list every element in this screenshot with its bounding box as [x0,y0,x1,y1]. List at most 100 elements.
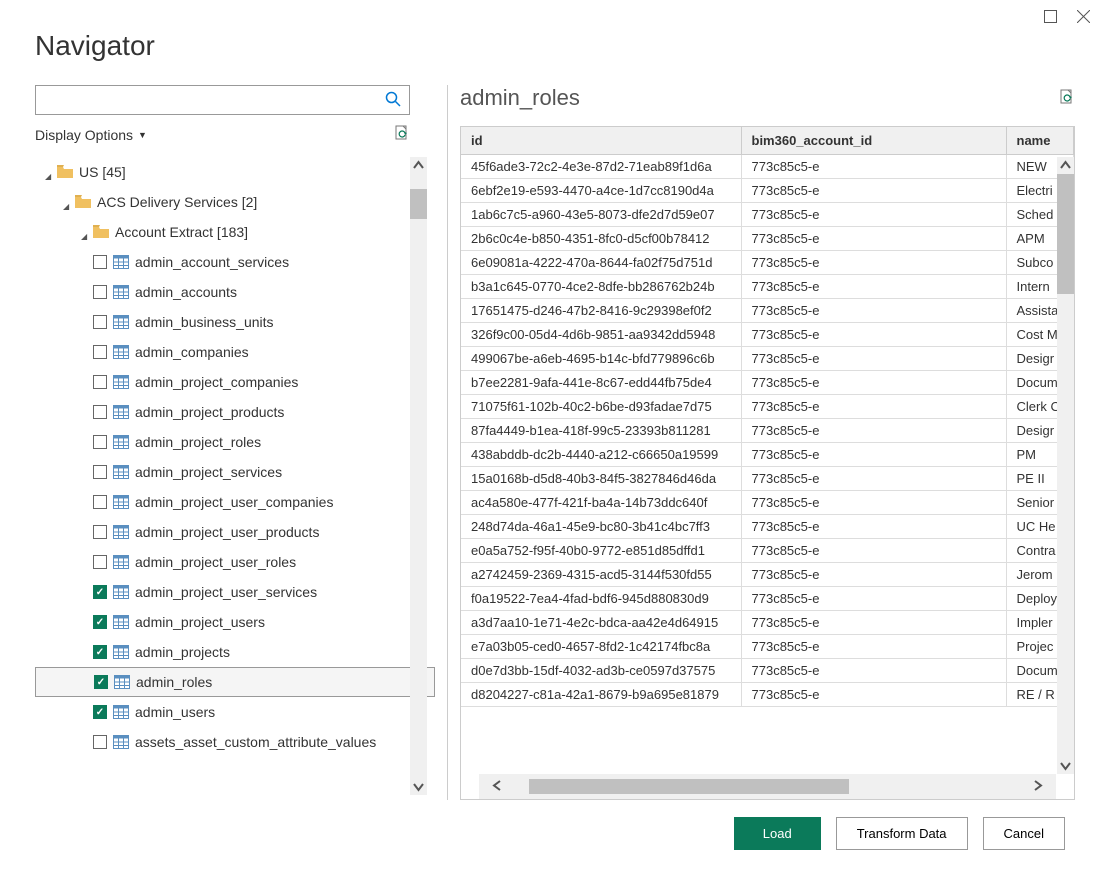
tree-item-table[interactable]: admin_project_services [35,457,435,487]
table-row[interactable]: ac4a580e-477f-421f-ba4a-14b73ddc640f773c… [461,491,1074,515]
scroll-down-icon[interactable] [410,778,427,795]
table-cell: 773c85c5-e [741,275,1006,299]
search-input[interactable] [44,93,385,108]
load-button[interactable]: Load [734,817,821,850]
table-row[interactable]: 499067be-a6eb-4695-b14c-bfd779896c6b773c… [461,347,1074,371]
table-row[interactable]: a2742459-2369-4315-acd5-3144f530fd55773c… [461,563,1074,587]
table-cell: 6e09081a-4222-470a-8644-fa02f75d751d [461,251,741,275]
tree-item-table[interactable]: admin_accounts [35,277,435,307]
tree-item-table[interactable]: admin_account_services [35,247,435,277]
checkbox[interactable] [93,555,107,569]
table-row[interactable]: d8204227-c81a-42a1-8679-b9a695e81879773c… [461,683,1074,707]
tree-item-table[interactable]: assets_asset_custom_attribute_values [35,727,435,757]
table-horizontal-scrollbar[interactable] [479,774,1056,799]
tree-item-table[interactable]: admin_business_units [35,307,435,337]
checkbox[interactable] [93,255,107,269]
checkbox[interactable] [93,735,107,749]
table-row[interactable]: d0e7d3bb-15df-4032-ad3b-ce0597d37575773c… [461,659,1074,683]
checkbox[interactable] [94,675,108,689]
checkbox[interactable] [93,285,107,299]
maximize-icon[interactable] [1044,10,1057,26]
expand-arrow-icon[interactable] [81,227,91,237]
transform-data-button[interactable]: Transform Data [836,817,968,850]
expand-arrow-icon[interactable] [45,167,55,177]
table-vertical-scrollbar[interactable] [1057,157,1074,774]
checkbox[interactable] [93,615,107,629]
tree-item-label: admin_companies [135,344,249,360]
table-icon [113,285,129,299]
table-row[interactable]: 15a0168b-d5d8-40b3-84f5-3827846d46da773c… [461,467,1074,491]
tree-item-table[interactable]: admin_project_users [35,607,435,637]
checkbox[interactable] [93,525,107,539]
tree-item-table[interactable]: admin_project_companies [35,367,435,397]
table-row[interactable]: 6e09081a-4222-470a-8644-fa02f75d751d773c… [461,251,1074,275]
sheet-refresh-icon[interactable] [394,125,410,144]
scroll-down-icon[interactable] [1057,757,1074,774]
table-row[interactable]: 6ebf2e19-e593-4470-a4ce-1d7cc8190d4a773c… [461,179,1074,203]
tree-item-table[interactable]: admin_project_user_products [35,517,435,547]
tree-item-table[interactable]: admin_project_user_services [35,577,435,607]
search-box[interactable] [35,85,410,115]
tree-item-table[interactable]: admin_users [35,697,435,727]
checkbox[interactable] [93,465,107,479]
col-header-name[interactable]: name [1006,127,1074,155]
table-row[interactable]: 326f9c00-05d4-4d6b-9851-aa9342dd5948773c… [461,323,1074,347]
table-row[interactable]: b7ee2281-9afa-441e-8c67-edd44fb75de4773c… [461,371,1074,395]
scroll-left-icon[interactable] [489,777,506,794]
tree-folder-root[interactable]: US [45] [35,157,435,187]
table-row[interactable]: 17651475-d246-47b2-8416-9c29398ef0f2773c… [461,299,1074,323]
tree-item-table[interactable]: admin_roles [35,667,435,697]
scroll-thumb[interactable] [1057,174,1074,294]
tree-item-table[interactable]: admin_companies [35,337,435,367]
expand-arrow-icon[interactable] [63,197,73,207]
checkbox[interactable] [93,375,107,389]
table-icon [113,255,129,269]
table-cell: 773c85c5-e [741,227,1006,251]
checkbox[interactable] [93,585,107,599]
table-row[interactable]: 45f6ade3-72c2-4e3e-87d2-71eab89f1d6a773c… [461,155,1074,179]
tree-item-label: admin_roles [136,674,212,690]
tree-item-table[interactable]: admin_project_user_companies [35,487,435,517]
table-row[interactable]: e0a5a752-f95f-40b0-9772-e851d85dffd1773c… [461,539,1074,563]
folder-icon [75,195,91,209]
tree-item-table[interactable]: admin_project_roles [35,427,435,457]
table-row[interactable]: f0a19522-7ea4-4fad-bdf6-945d880830d9773c… [461,587,1074,611]
tree-folder-acs[interactable]: ACS Delivery Services [2] [35,187,435,217]
col-header-id[interactable]: id [461,127,741,155]
scroll-thumb[interactable] [529,779,849,794]
checkbox[interactable] [93,345,107,359]
cancel-button[interactable]: Cancel [983,817,1065,850]
tree-scrollbar[interactable] [410,157,427,795]
checkbox[interactable] [93,495,107,509]
scroll-up-icon[interactable] [1057,157,1074,174]
table-row[interactable]: 248d74da-46a1-45e9-bc80-3b41c4bc7ff3773c… [461,515,1074,539]
checkbox[interactable] [93,705,107,719]
close-icon[interactable] [1077,10,1090,26]
tree-item-label: admin_project_services [135,464,282,480]
table-row[interactable]: a3d7aa10-1e71-4e2c-bdca-aa42e4d64915773c… [461,611,1074,635]
tree-item-table[interactable]: admin_project_products [35,397,435,427]
table-row[interactable]: 438abddb-dc2b-4440-a212-c66650a19599773c… [461,443,1074,467]
checkbox[interactable] [93,645,107,659]
checkbox[interactable] [93,435,107,449]
display-options-dropdown[interactable]: Display Options ▼ [35,127,147,143]
table-row[interactable]: b3a1c645-0770-4ce2-8dfe-bb286762b24b773c… [461,275,1074,299]
scroll-up-icon[interactable] [410,157,427,174]
search-icon[interactable] [385,91,401,110]
scroll-right-icon[interactable] [1029,777,1046,794]
sheet-refresh-icon[interactable] [1059,89,1075,108]
tree-item-table[interactable]: admin_projects [35,637,435,667]
table-cell: e7a03b05-ced0-4657-8fd2-1c42174fbc8a [461,635,741,659]
table-row[interactable]: 87fa4449-b1ea-418f-99c5-23393b811281773c… [461,419,1074,443]
table-row[interactable]: 1ab6c7c5-a960-43e5-8073-dfe2d7d59e07773c… [461,203,1074,227]
col-header-bim360[interactable]: bim360_account_id [741,127,1006,155]
scroll-thumb[interactable] [410,189,427,219]
checkbox[interactable] [93,315,107,329]
table-icon [113,405,129,419]
table-row[interactable]: 2b6c0c4e-b850-4351-8fc0-d5cf00b78412773c… [461,227,1074,251]
tree-folder-extract[interactable]: Account Extract [183] [35,217,435,247]
checkbox[interactable] [93,405,107,419]
table-row[interactable]: 71075f61-102b-40c2-b6be-d93fadae7d75773c… [461,395,1074,419]
tree-item-table[interactable]: admin_project_user_roles [35,547,435,577]
table-row[interactable]: e7a03b05-ced0-4657-8fd2-1c42174fbc8a773c… [461,635,1074,659]
